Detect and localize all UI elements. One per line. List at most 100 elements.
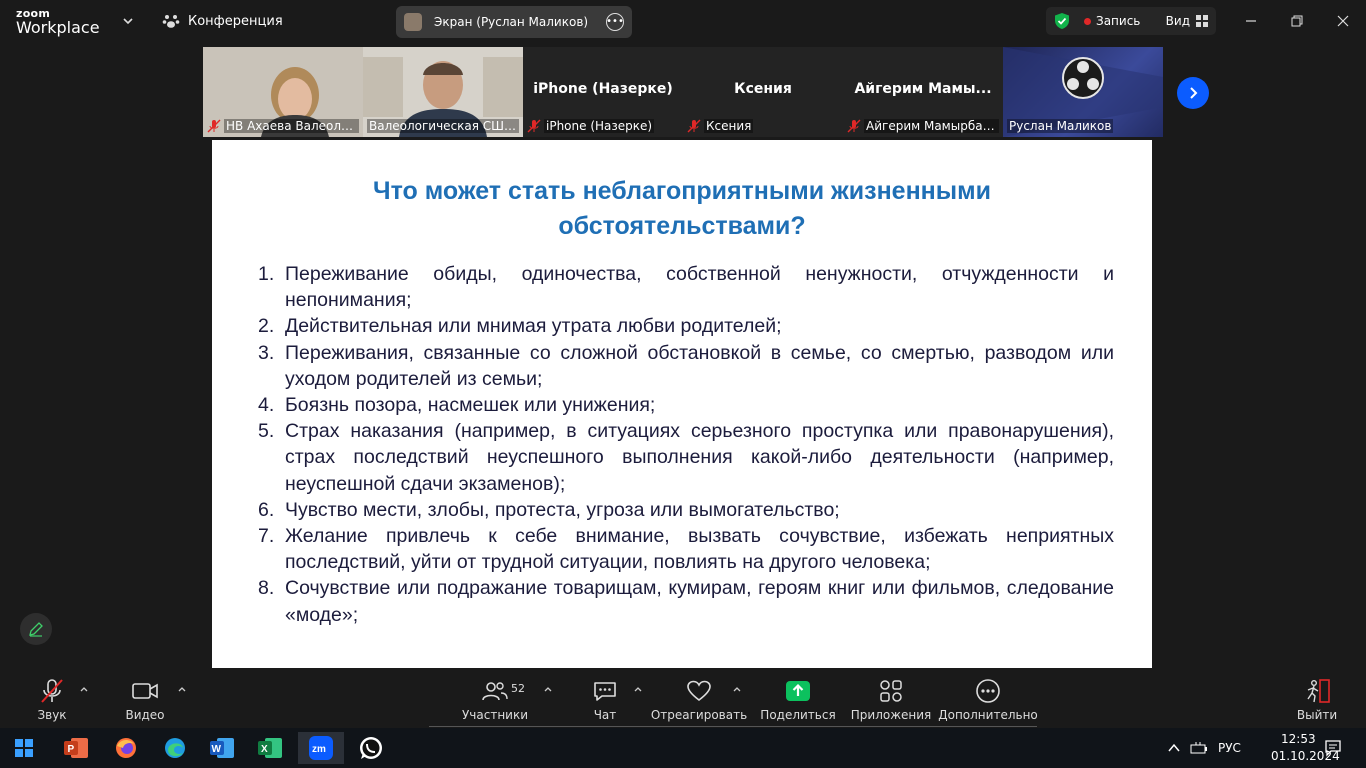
mic-off-icon xyxy=(527,119,541,133)
clock-time[interactable]: 12:53 xyxy=(1281,732,1316,746)
participants-icon xyxy=(482,682,508,701)
meeting-status-bar: Запись Вид xyxy=(1046,7,1216,35)
conference-menu[interactable]: Конференция xyxy=(162,12,283,30)
participant-name: НВ Ахаева Валеолог... xyxy=(207,118,359,134)
slide-list-item: 5. Страх наказания (например, в ситуациях… xyxy=(258,418,1114,497)
mic-off-icon xyxy=(847,119,861,133)
leave-icon xyxy=(1307,679,1330,703)
react-label: Отреагировать xyxy=(650,708,748,722)
list-item-text: Страх наказания (например, в ситуациях с… xyxy=(285,420,1114,495)
firefox-icon xyxy=(116,738,136,758)
participant-tile[interactable]: Ксения Ксения xyxy=(683,47,843,137)
list-item-text: Переживание обиды, одиночества, собствен… xyxy=(285,263,1114,312)
minimize-button[interactable] xyxy=(1240,10,1262,32)
notifications-icon[interactable] xyxy=(1324,739,1342,757)
chat-button[interactable]: Чат xyxy=(590,674,620,722)
participant-display-name: Ксения xyxy=(734,81,792,97)
record-label[interactable]: Запись xyxy=(1096,14,1140,28)
taskbar-firefox[interactable] xyxy=(110,732,142,764)
more-label: Дополнительно xyxy=(938,708,1038,722)
next-page-button[interactable] xyxy=(1177,77,1209,109)
excel-icon: X xyxy=(258,738,282,758)
slide-list-item: 2. Действительная или мнимая утрата любв… xyxy=(258,313,1114,339)
list-item-number: 4. xyxy=(258,394,275,417)
taskbar-powerpoint[interactable]: P xyxy=(60,732,92,764)
shield-check-icon[interactable] xyxy=(1054,12,1070,30)
taskbar-word[interactable]: W xyxy=(206,732,238,764)
chevron-up-icon[interactable] xyxy=(633,684,643,694)
audio-label: Звук xyxy=(37,708,67,722)
taskbar-edge[interactable] xyxy=(159,732,191,764)
screen-share-indicator[interactable]: Экран (Руслан Маликов) ••• xyxy=(396,6,632,38)
participant-tile[interactable]: НВ Ахаева Валеолог... xyxy=(203,47,363,137)
svg-text:zm: zm xyxy=(312,744,326,755)
mic-off-icon xyxy=(41,679,63,703)
restore-icon xyxy=(1291,15,1303,27)
mic-off-icon xyxy=(207,119,221,133)
zoom-icon: zm xyxy=(309,736,333,760)
mic-off-icon xyxy=(687,119,701,133)
chevron-down-icon[interactable] xyxy=(121,14,135,28)
share-button[interactable]: Поделиться xyxy=(760,674,836,722)
participant-name-text: НВ Ахаева Валеолог... xyxy=(224,119,359,133)
apps-icon xyxy=(880,680,902,702)
participant-tile[interactable]: Руслан Маликов xyxy=(1003,47,1163,137)
language-indicator[interactable]: РУС xyxy=(1218,741,1241,755)
power-plug-icon[interactable] xyxy=(1190,740,1208,756)
video-camera-icon xyxy=(132,683,158,699)
participant-display-name: Айгерим Мамы... xyxy=(854,81,992,97)
view-button[interactable]: Вид xyxy=(1166,14,1208,28)
video-label: Видео xyxy=(125,708,165,722)
meeting-toolbar: Звук Видео Участники 52 Чат Отреагироват… xyxy=(0,668,1366,728)
chevron-up-icon[interactable] xyxy=(543,684,553,694)
chat-label: Чат xyxy=(593,708,617,722)
participant-name-text: Руслан Маликов xyxy=(1007,119,1114,133)
windows-icon xyxy=(15,739,33,757)
participant-count-badge: 52 xyxy=(511,682,525,695)
apps-button[interactable]: Приложения xyxy=(851,674,931,722)
audio-button[interactable]: Звук xyxy=(36,674,68,722)
list-item-number: 3. xyxy=(258,341,275,364)
video-button[interactable]: Видео xyxy=(125,674,165,722)
close-button[interactable] xyxy=(1332,10,1354,32)
more-options-icon[interactable]: ••• xyxy=(606,13,624,31)
windows-taskbar: P W X zm РУС 12:53 01.10.2024 xyxy=(0,728,1366,768)
chevron-up-icon[interactable] xyxy=(79,684,89,694)
list-item-text: Действительная или мнимая утрата любви р… xyxy=(285,315,782,338)
chevron-right-icon xyxy=(1190,87,1198,99)
participant-tile[interactable]: Айгерим Мамы... Айгерим Мамырбае... xyxy=(843,47,1003,137)
zoom-logo[interactable]: zoom Workplace xyxy=(16,8,100,36)
participant-strip: НВ Ахаева Валеолог... Валеологическая СШ… xyxy=(203,47,1163,137)
edge-icon xyxy=(165,738,185,758)
participant-name: Валеологическая СШК ... xyxy=(367,118,519,134)
taskbar-whatsapp[interactable] xyxy=(355,732,387,764)
list-item-text: Желание привлечь к себе внимание, вызват… xyxy=(285,525,1114,574)
taskbar-excel[interactable]: X xyxy=(254,732,286,764)
react-button[interactable]: Отреагировать xyxy=(651,674,747,722)
chevron-up-icon[interactable] xyxy=(1167,741,1181,755)
chat-icon xyxy=(594,682,616,701)
slide-list-item: 3. Переживания, связанные со сложной обст… xyxy=(258,340,1114,392)
chevron-up-icon[interactable] xyxy=(732,684,742,694)
grid-icon xyxy=(1196,15,1208,27)
annotate-button[interactable] xyxy=(20,613,52,645)
leave-button[interactable]: Выйти xyxy=(1297,674,1337,722)
start-button[interactable] xyxy=(8,732,40,764)
list-item-text: Чувство мести, злобы, протеста, угроза и… xyxy=(285,498,840,521)
taskbar-zoom[interactable]: zm xyxy=(298,732,344,764)
participants-label: Участники xyxy=(461,708,529,722)
list-item-number: 1. xyxy=(258,263,275,285)
participant-tile-active-speaker[interactable]: Валеологическая СШК ... xyxy=(363,47,523,137)
more-button[interactable]: Дополнительно xyxy=(938,674,1038,722)
zoom-window: zoom Workplace Конференция Экран (Руслан… xyxy=(0,0,1366,768)
participant-name-text: Валеологическая СШК ... xyxy=(367,119,519,133)
close-icon xyxy=(1337,15,1349,27)
share-label: Поделиться xyxy=(760,708,836,722)
list-item-text: Сочувствие или подражание товарищам, кум… xyxy=(285,577,1114,626)
participant-tile[interactable]: iPhone (Назерке) iPhone (Назерке) xyxy=(523,47,683,137)
slide-list: 1. Переживание обиды, одиночества, собств… xyxy=(258,261,1114,628)
chevron-up-icon[interactable] xyxy=(177,684,187,694)
heart-icon xyxy=(687,680,711,702)
participant-name: Руслан Маликов xyxy=(1007,118,1159,134)
restore-button[interactable] xyxy=(1286,10,1308,32)
